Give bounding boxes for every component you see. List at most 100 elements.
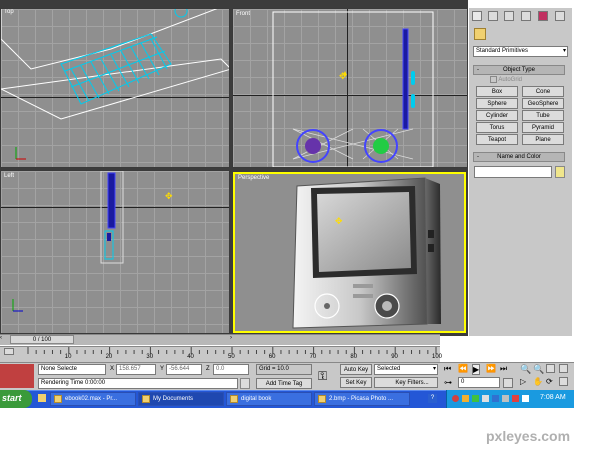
name-color-rollout-header[interactable]: - Name and Color bbox=[473, 152, 565, 162]
create-cylinder-button[interactable]: Cylinder bbox=[476, 110, 518, 121]
maxscript-listener-icon[interactable] bbox=[0, 364, 34, 388]
tray-icon[interactable] bbox=[492, 395, 499, 402]
add-time-tag-button[interactable]: Add Time Tag bbox=[256, 378, 312, 389]
time-slider-prev[interactable]: ‹ bbox=[0, 335, 8, 344]
front-wireframe bbox=[272, 11, 434, 167]
tray-icon[interactable] bbox=[462, 395, 469, 402]
viewport-left[interactable]: Left ✥ bbox=[0, 170, 230, 334]
pan-icon[interactable]: ✋ bbox=[533, 377, 543, 386]
set-key-button[interactable]: Set Key bbox=[340, 377, 372, 388]
hierarchy-icon[interactable] bbox=[504, 11, 514, 21]
taskbar-item-my-documents[interactable]: My Documents bbox=[138, 392, 224, 406]
category-dropdown-value: Standard Primitives bbox=[476, 48, 529, 54]
command-panel-tabs bbox=[470, 9, 570, 23]
app-icon bbox=[54, 395, 62, 403]
object-type-rollout-header[interactable]: - Object Type bbox=[473, 65, 565, 75]
object-color-swatch[interactable] bbox=[555, 166, 565, 178]
create-geosphere-button[interactable]: GeoSphere bbox=[522, 98, 564, 109]
time-slider-next[interactable]: › bbox=[230, 335, 238, 344]
left-wireframe bbox=[12, 171, 124, 312]
viewport-top[interactable]: Top bbox=[0, 8, 230, 168]
key-mode-toggle-icon[interactable]: ⊶ bbox=[444, 378, 452, 387]
tray-icon[interactable] bbox=[522, 395, 529, 402]
zoom-all-icon[interactable]: 🔍 bbox=[533, 364, 544, 375]
go-to-end-icon[interactable]: ⏭ bbox=[500, 364, 507, 374]
tray-icon[interactable] bbox=[452, 395, 459, 402]
taskbar-item-label: ebook02.max - Pr... bbox=[65, 396, 118, 402]
frame-tick-label: 30 bbox=[146, 354, 154, 360]
taskbar-item-digital-book[interactable]: digital book bbox=[226, 392, 312, 406]
viewport-front[interactable]: Front ✥ bbox=[232, 8, 468, 168]
tray-icon[interactable] bbox=[472, 395, 479, 402]
tray-icon[interactable] bbox=[502, 395, 509, 402]
set-key-icon[interactable]: ⚿ bbox=[318, 369, 327, 384]
autogrid-checkbox[interactable]: AutoGrid bbox=[490, 76, 550, 85]
collapse-icon: - bbox=[477, 154, 479, 160]
taskbar-item-picasa[interactable]: 2.bmp - Picasa Photo ... bbox=[314, 392, 410, 406]
auto-key-button[interactable]: Auto Key bbox=[340, 364, 372, 375]
quick-launch-icon[interactable] bbox=[38, 394, 46, 402]
create-cone-button[interactable]: Cone bbox=[522, 86, 564, 97]
perspective-device-model bbox=[292, 177, 441, 329]
zoom-extents-icon[interactable] bbox=[546, 364, 555, 373]
play-icon[interactable]: ▶ bbox=[472, 364, 481, 375]
x-label: X bbox=[110, 366, 115, 372]
time-configuration-icon[interactable] bbox=[503, 378, 513, 388]
utilities-icon[interactable] bbox=[555, 11, 565, 21]
display-icon[interactable] bbox=[538, 11, 548, 21]
category-dropdown[interactable]: Standard Primitives ▾ bbox=[473, 46, 568, 57]
autogrid-label: AutoGrid bbox=[498, 77, 523, 84]
folder-icon bbox=[142, 395, 150, 403]
field-of-view-icon[interactable]: ▷ bbox=[520, 377, 526, 386]
key-filters-button[interactable]: Key Filters... bbox=[374, 377, 438, 388]
zoom-extents-all-icon[interactable] bbox=[559, 364, 568, 373]
x-coordinate-field[interactable]: 158.657 bbox=[116, 364, 156, 375]
frame-tick-label: 90 bbox=[391, 354, 398, 360]
previous-frame-icon[interactable]: ⏪ bbox=[458, 364, 468, 373]
go-to-start-icon[interactable]: ⏮ bbox=[444, 364, 451, 374]
taskbar-item-3dsmax[interactable]: ebook02.max - Pr... bbox=[50, 392, 136, 406]
frame-tick-label: 80 bbox=[350, 354, 358, 360]
motion-icon[interactable] bbox=[521, 11, 531, 21]
image-icon bbox=[318, 395, 326, 403]
viewport-perspective[interactable]: Perspective ✥ bbox=[233, 172, 466, 333]
geometry-category-icon[interactable] bbox=[474, 28, 486, 40]
modify-icon[interactable] bbox=[488, 11, 498, 21]
frame-tick-label: 50 bbox=[228, 354, 235, 360]
create-torus-button[interactable]: Torus bbox=[476, 122, 518, 133]
create-box-button[interactable]: Box bbox=[476, 86, 518, 97]
create-pyramid-button[interactable]: Pyramid bbox=[522, 122, 564, 133]
create-teapot-button[interactable]: Teapot bbox=[476, 134, 518, 145]
taskbar-item-label: My Documents bbox=[153, 396, 194, 402]
key-selection-value: Selected bbox=[377, 366, 401, 372]
help-icon[interactable]: ? bbox=[428, 394, 437, 403]
lock-selection-icon[interactable] bbox=[240, 378, 250, 389]
watermark: pxleyes.com bbox=[486, 428, 571, 444]
z-coordinate-field[interactable]: 0.0 bbox=[213, 364, 249, 375]
taskbar-item-label: digital book bbox=[241, 396, 272, 402]
create-plane-button[interactable]: Plane bbox=[522, 134, 564, 145]
top-wireframe bbox=[1, 9, 229, 160]
key-mode-icon[interactable] bbox=[4, 348, 14, 355]
key-selection-dropdown[interactable]: Selected ▾ bbox=[374, 364, 438, 375]
maximize-viewport-icon[interactable] bbox=[559, 377, 568, 386]
checkbox-box bbox=[490, 76, 497, 83]
object-name-field[interactable] bbox=[474, 166, 552, 178]
chevron-down-icon: ▾ bbox=[432, 366, 436, 372]
frame-tick-label: 20 bbox=[105, 354, 113, 360]
tray-icon[interactable] bbox=[512, 395, 519, 402]
y-coordinate-field[interactable]: -56.644 bbox=[166, 364, 202, 375]
orbit-icon[interactable]: ⟳ bbox=[546, 377, 553, 386]
current-frame-field[interactable]: 0 bbox=[458, 377, 500, 388]
collapse-icon: - bbox=[477, 67, 479, 73]
create-sphere-button[interactable]: Sphere bbox=[476, 98, 518, 109]
next-frame-icon[interactable]: ⏩ bbox=[486, 364, 496, 373]
rendering-time-field: Rendering Time 0:00:00 bbox=[38, 378, 238, 389]
start-button[interactable]: start bbox=[0, 390, 32, 408]
tray-icon[interactable] bbox=[482, 395, 489, 402]
create-icon[interactable] bbox=[472, 11, 482, 21]
create-tube-button[interactable]: Tube bbox=[522, 110, 564, 121]
time-slider-thumb[interactable]: 0 / 100 bbox=[10, 335, 74, 344]
zoom-icon[interactable]: 🔍 bbox=[520, 364, 531, 375]
frame-tick-label: 10 bbox=[64, 354, 72, 360]
